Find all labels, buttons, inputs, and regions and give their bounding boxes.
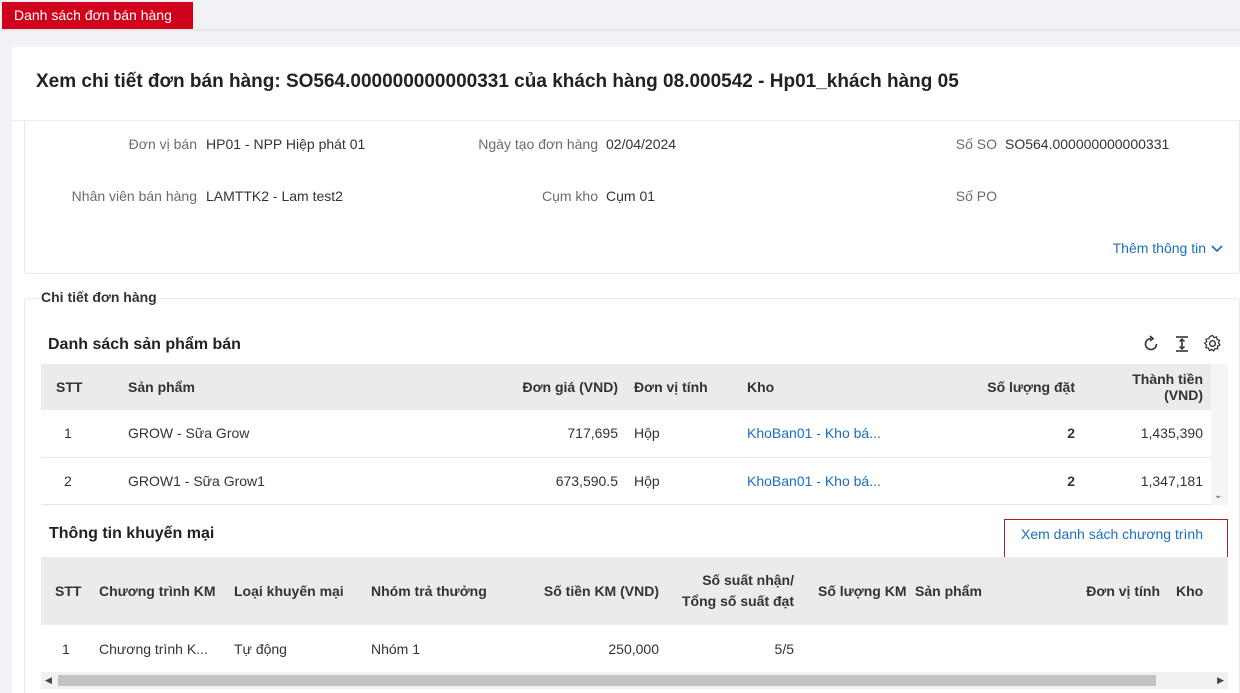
row-uom: Hộp (626, 410, 741, 458)
column-height-icon[interactable] (1172, 334, 1191, 353)
col-promo-amount: Số tiền KM (VND) (504, 557, 667, 625)
warehouse-cluster-value: Cụm 01 (606, 188, 656, 204)
products-section-title: Danh sách sản phẩm bán (48, 336, 241, 353)
row-product: GROW - Sữa Grow (95, 410, 413, 458)
row-warehouse (1168, 625, 1228, 672)
col-warehouse: Kho (741, 364, 926, 410)
order-date-value: 02/04/2024 (606, 136, 677, 152)
col-quantity: Số lượng đặt (926, 364, 1083, 410)
col-promo-type: Loại khuyến mại (226, 557, 356, 625)
table-row[interactable]: 2 GROW1 - Sữa Grow1 673,590.5 Hộp KhoBan… (41, 457, 1211, 505)
chevron-down-icon[interactable]: ⌄ (1214, 490, 1222, 501)
col-unit-price: Đơn giá (VND) (413, 364, 626, 410)
chevron-down-icon (1211, 240, 1223, 256)
promo-link-highlight: Xem danh sách chương trình (1004, 519, 1228, 561)
sales-unit-value: HP01 - NPP Hiệp phát 01 (206, 136, 366, 152)
row-promo-type: Tự động (234, 640, 287, 657)
col-program: Chương trình KM (91, 557, 226, 625)
col-uom: Đơn vị tính (626, 364, 741, 410)
row-promo-amount: 250,000 (608, 640, 659, 657)
col-quota: Số suất nhận/ Tổng số suất đạt (667, 557, 802, 625)
col-amount: Thành tiền (VND) (1083, 364, 1211, 410)
so-number-value: SO564.000000000000331 (1005, 136, 1170, 152)
row-quota: 5/5 (774, 640, 794, 657)
order-detail-card: Xem chi tiết đơn bán hàng: SO564.0000000… (12, 47, 1240, 693)
col-reward-group: Nhóm trả thưởng (356, 557, 504, 625)
products-table-header: STT Sản phẩm Đơn giá (VND) Đơn vị tính K… (41, 364, 1211, 410)
gear-icon[interactable] (1203, 334, 1222, 353)
row-uom (1034, 625, 1168, 672)
promo-section-title: Thông tin khuyến mại (49, 525, 215, 542)
scrollbar-thumb[interactable] (58, 675, 1156, 686)
view-program-list-link[interactable]: Xem danh sách chương trình (1021, 526, 1203, 542)
col-stt: STT (41, 364, 95, 410)
row-product (907, 625, 1034, 672)
row-program: Chương trình K... (99, 640, 208, 657)
more-info-label: Thêm thông tin (1112, 240, 1206, 256)
row-quantity: 2 (926, 410, 1083, 458)
col-product: Sản phẩm (907, 557, 1034, 625)
order-info-panel: Đơn vị bán HP01 - NPP Hiệp phát 01 Ngày … (24, 121, 1240, 274)
page-title: Xem chi tiết đơn bán hàng: SO564.0000000… (36, 71, 959, 92)
row-quantity: 2 (926, 457, 1083, 505)
table-row[interactable]: 1 Chương trình K... Tự động Nhóm 1 250,0… (41, 625, 1228, 672)
table-toolbar (1141, 334, 1222, 353)
po-number-label: Số PO (955, 188, 997, 204)
promotion-horizontal-scrollbar[interactable]: ◀ ▶ (41, 672, 1228, 689)
col-stt: STT (41, 557, 91, 625)
row-uom: Hộp (626, 457, 741, 505)
salesperson-value: LAMTTK2 - Lam test2 (206, 188, 343, 204)
row-amount: 1,435,390 (1083, 410, 1211, 458)
col-warehouse: Kho (1168, 557, 1228, 625)
sales-unit-label: Đơn vị bán (128, 136, 197, 152)
row-warehouse-link[interactable]: KhoBan01 - Kho bá... (741, 410, 926, 458)
order-date-label: Ngày tạo đơn hàng (478, 136, 598, 152)
arrow-right-icon[interactable]: ▶ (1217, 675, 1224, 686)
order-detail-legend: Chi tiết đơn hàng (38, 289, 160, 305)
row-stt: 1 (62, 640, 70, 657)
row-promo-qty (802, 625, 907, 672)
row-unit-price: 717,695 (413, 410, 626, 458)
row-unit-price: 673,590.5 (413, 457, 626, 505)
row-stt: 2 (41, 457, 95, 505)
tab-sales-order-list[interactable]: Danh sách đơn bán hàng (2, 2, 193, 29)
more-info-toggle[interactable]: Thêm thông tin (1113, 240, 1223, 256)
arrow-left-icon[interactable]: ◀ (45, 675, 52, 686)
so-number-label: Số SO (955, 136, 997, 152)
col-product: Sản phẩm (95, 364, 413, 410)
products-vertical-scrollbar[interactable]: ⌄ (1211, 364, 1228, 505)
promotion-table-header: STT Chương trình KM Loại khuyến mại Nhóm… (41, 557, 1228, 625)
col-promo-qty: Số lượng KM (802, 557, 907, 625)
col-uom: Đơn vị tính (1034, 557, 1168, 625)
col-quota-line2: Tổng số suất đạt (682, 593, 794, 609)
refresh-icon[interactable] (1141, 334, 1160, 353)
row-reward-group: Nhóm 1 (371, 640, 421, 657)
row-amount: 1,347,181 (1083, 457, 1211, 505)
tab-bar-divider (0, 29, 1240, 31)
row-stt: 1 (41, 410, 95, 458)
table-row[interactable]: 1 GROW - Sữa Grow 717,695 Hộp KhoBan01 -… (41, 410, 1211, 458)
salesperson-label: Nhân viên bán hàng (71, 188, 197, 204)
row-warehouse-link[interactable]: KhoBan01 - Kho bá... (741, 457, 926, 505)
row-product: GROW1 - Sữa Grow1 (95, 457, 413, 505)
col-quota-line1: Số suất nhận/ (702, 572, 794, 588)
promotion-table: STT Chương trình KM Loại khuyến mại Nhóm… (41, 557, 1228, 672)
products-table: STT Sản phẩm Đơn giá (VND) Đơn vị tính K… (41, 364, 1211, 505)
warehouse-cluster-label: Cụm kho (541, 188, 598, 204)
